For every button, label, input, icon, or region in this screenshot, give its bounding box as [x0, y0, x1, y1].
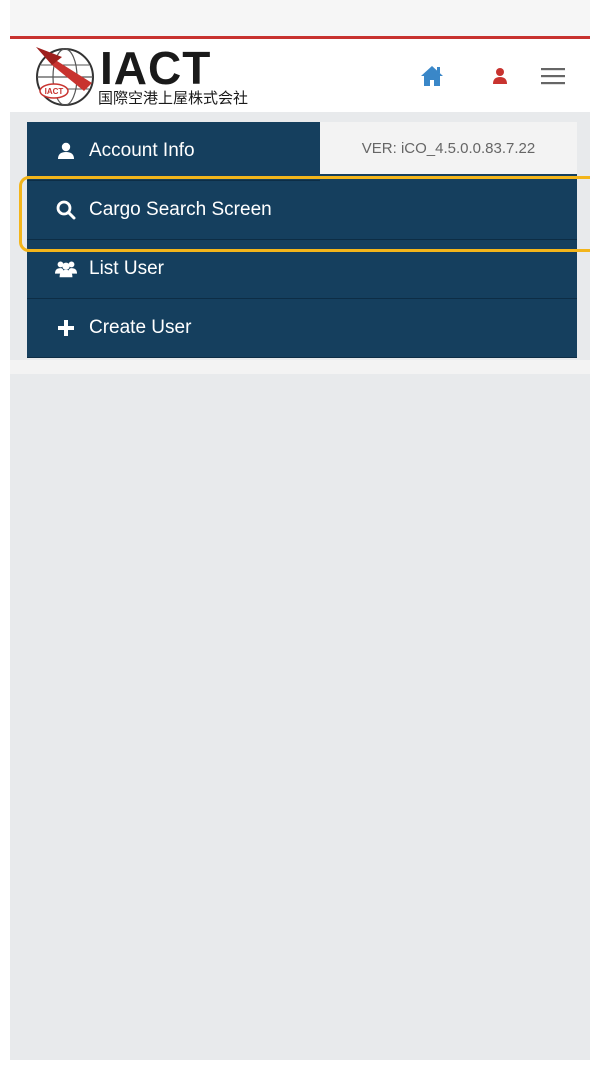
menu-item-label: List User	[89, 258, 164, 279]
menu-item-label: Create User	[89, 317, 192, 338]
logo-globe-icon: IACT	[36, 47, 94, 106]
home-icon[interactable]	[419, 63, 445, 89]
logo-title: IACT	[100, 42, 212, 94]
top-gap	[10, 0, 590, 36]
app-header: IACT IACT 国際空港上屋株式会社	[10, 36, 590, 112]
menu-item-label: Account Info	[89, 140, 195, 161]
menu-item-account-info[interactable]: Account Info	[27, 122, 320, 181]
logo-subtitle: 国際空港上屋株式会社	[98, 89, 249, 107]
version-label: VER: iCO_4.5.0.0.83.7.22	[320, 122, 577, 174]
plus-icon	[55, 317, 77, 339]
search-icon	[55, 199, 77, 221]
logo-badge-text: IACT	[45, 87, 64, 96]
menu-item-list-user[interactable]: List User	[27, 240, 577, 299]
menu-item-cargo-search[interactable]: Cargo Search Screen	[27, 181, 577, 240]
bottom-gap	[0, 1060, 590, 1070]
hamburger-menu-icon[interactable]	[540, 63, 566, 89]
users-icon	[55, 258, 77, 280]
user-icon[interactable]	[487, 63, 513, 89]
iact-logo[interactable]: IACT IACT 国際空港上屋株式会社	[32, 43, 282, 111]
menu-item-label: Cargo Search Screen	[89, 199, 272, 220]
menu-item-create-user[interactable]: Create User	[27, 299, 577, 358]
app-frame: IACT IACT 国際空港上屋株式会社 Account Info VER: i…	[10, 0, 590, 1060]
user-icon	[55, 140, 77, 162]
side-menu: Account Info VER: iCO_4.5.0.0.83.7.22 Ca…	[19, 122, 590, 358]
content-top-strip	[10, 360, 590, 374]
